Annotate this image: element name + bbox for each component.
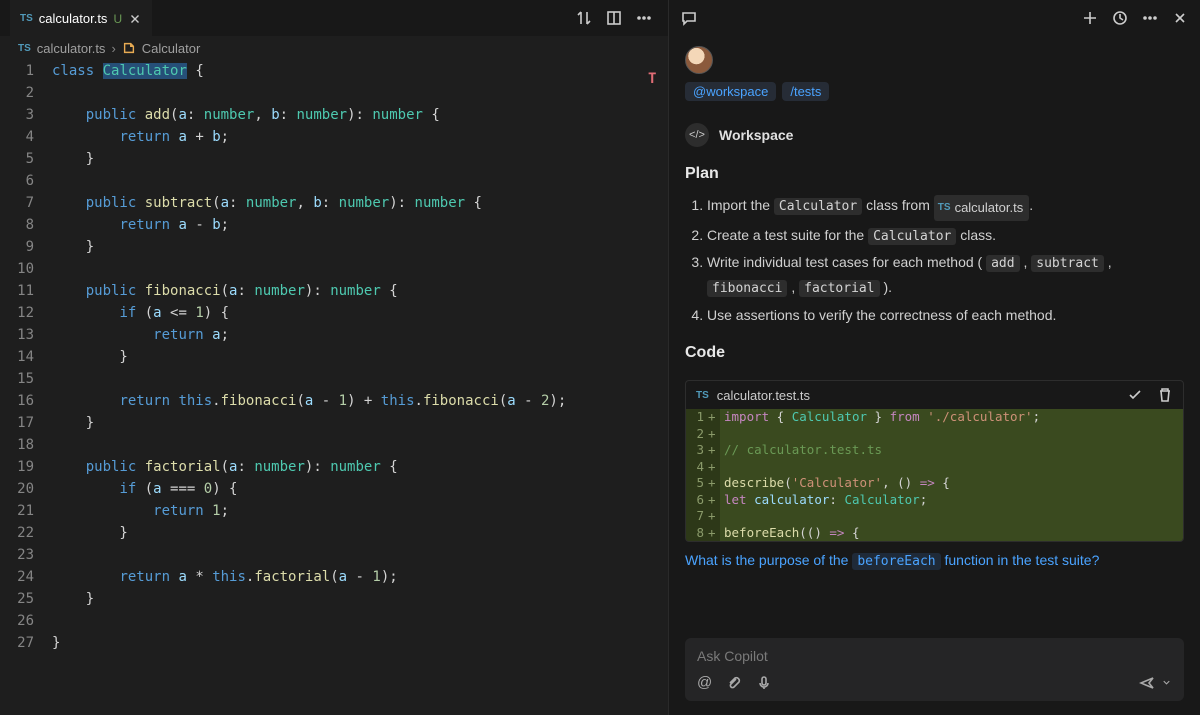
ts-icon: TS xyxy=(20,13,33,24)
plus-icon[interactable] xyxy=(1082,10,1098,26)
chevron-right-icon: › xyxy=(111,41,115,56)
editor-pane: TS calculator.ts U TS calculator.ts › Ca… xyxy=(0,0,668,715)
close-icon[interactable] xyxy=(128,12,142,26)
code-editor[interactable]: 1234567891011121314151617181920212223242… xyxy=(0,60,668,715)
comment-icon[interactable] xyxy=(681,10,697,26)
plan-item: Import the Calculator class from TScalcu… xyxy=(707,193,1184,221)
plan-item: Use assertions to verify the correctness… xyxy=(707,303,1184,328)
editor-actions xyxy=(576,10,668,26)
ts-icon: TS xyxy=(18,43,31,54)
send-icon[interactable] xyxy=(1139,675,1155,691)
check-icon[interactable] xyxy=(1127,387,1143,403)
plan-heading: Plan xyxy=(685,165,1184,183)
agent-name: Workspace xyxy=(719,127,793,143)
overview-ruler-marker: T xyxy=(648,68,658,78)
mention-pill[interactable]: @workspace xyxy=(685,82,776,101)
tab-calculator[interactable]: TS calculator.ts U xyxy=(10,0,152,36)
compare-icon[interactable] xyxy=(576,10,592,26)
mic-icon[interactable] xyxy=(756,675,772,691)
code-icon: </> xyxy=(685,123,709,147)
tab-filename: calculator.ts xyxy=(39,11,108,26)
plan-list: Import the Calculator class from TScalcu… xyxy=(685,193,1184,330)
more-icon[interactable] xyxy=(636,10,652,26)
attach-icon[interactable] xyxy=(726,675,742,691)
more-icon[interactable] xyxy=(1142,10,1158,26)
slash-pill[interactable]: /tests xyxy=(782,82,829,101)
history-icon[interactable] xyxy=(1112,10,1128,26)
code-block-filename: calculator.test.ts xyxy=(717,388,810,403)
line-numbers: 1234567891011121314151617181920212223242… xyxy=(0,60,52,715)
code-content[interactable]: class Calculator { public add(a: number,… xyxy=(52,60,668,715)
breadcrumb[interactable]: TS calculator.ts › Calculator xyxy=(0,36,668,60)
diff-content[interactable]: 1+import { Calculator } from './calculat… xyxy=(686,409,1183,541)
prompt-pills: @workspace /tests xyxy=(685,80,1184,117)
code-block-header: TS calculator.test.ts xyxy=(686,381,1183,409)
chat-input[interactable]: Ask Copilot @ xyxy=(685,638,1184,701)
plan-item: Write individual test cases for each met… xyxy=(707,250,1184,301)
close-icon[interactable] xyxy=(1172,10,1188,26)
breadcrumb-symbol: Calculator xyxy=(142,41,201,56)
chat-body: @workspace /tests </> Workspace Plan Imp… xyxy=(669,36,1200,634)
class-icon xyxy=(122,41,136,55)
chat-header xyxy=(669,0,1200,36)
trash-icon[interactable] xyxy=(1157,387,1173,403)
ts-icon: TS xyxy=(696,390,709,401)
code-block: TS calculator.test.ts 1+import { Calcula… xyxy=(685,380,1184,542)
code-heading: Code xyxy=(685,344,1184,362)
split-editor-icon[interactable] xyxy=(606,10,622,26)
breadcrumb-file: calculator.ts xyxy=(37,41,106,56)
followup-question[interactable]: What is the purpose of the beforeEach fu… xyxy=(685,542,1184,577)
chat-input-placeholder: Ask Copilot xyxy=(697,648,1172,664)
user-message-row xyxy=(685,36,1184,80)
mention-button[interactable]: @ xyxy=(697,674,712,691)
plan-item: Create a test suite for the Calculator c… xyxy=(707,223,1184,248)
tab-modified-indicator: U xyxy=(113,12,122,26)
tabs-row: TS calculator.ts U xyxy=(0,0,668,36)
chat-pane: @workspace /tests </> Workspace Plan Imp… xyxy=(668,0,1200,715)
user-avatar xyxy=(685,46,713,74)
chat-input-controls: @ xyxy=(697,674,1172,691)
chevron-down-icon[interactable] xyxy=(1161,677,1172,688)
agent-row: </> Workspace xyxy=(685,117,1184,159)
